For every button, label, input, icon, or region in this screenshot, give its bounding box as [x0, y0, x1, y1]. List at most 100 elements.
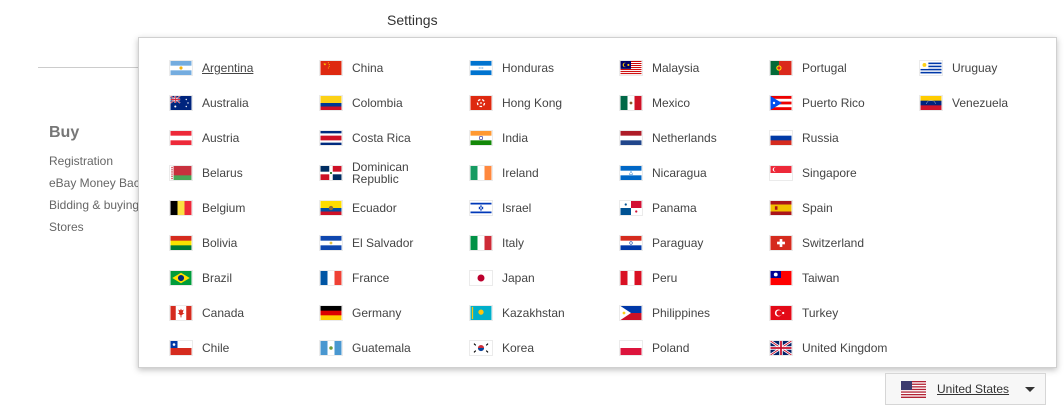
country-item-bolivia[interactable]: Bolivia [169, 233, 319, 253]
country-item-ecuador[interactable]: Ecuador [319, 198, 469, 218]
country-label: Kazakhstan [502, 306, 565, 320]
india-flag-icon [469, 130, 493, 146]
country-item-france[interactable]: France [319, 268, 469, 288]
country-item-austria[interactable]: Austria [169, 128, 319, 148]
country-item-spain[interactable]: Spain [769, 198, 919, 218]
country-item-paraguay[interactable]: Paraguay [619, 233, 769, 253]
country-item-korea[interactable]: Korea [469, 338, 619, 358]
country-label: Austria [202, 131, 240, 145]
country-item-germany[interactable]: Germany [319, 303, 469, 323]
country-label: Venezuela [952, 96, 1009, 110]
switzerland-flag-icon [769, 235, 793, 251]
country-item-singapore[interactable]: Singapore [769, 163, 919, 183]
country-item-japan[interactable]: Japan [469, 268, 619, 288]
country-label: Philippines [652, 306, 711, 320]
country-item-uruguay[interactable]: Uruguay [919, 58, 1064, 78]
kazakhstan-flag-icon [469, 305, 493, 321]
country-item-canada[interactable]: Canada [169, 303, 319, 323]
country-label: Chile [202, 341, 230, 355]
country-item-belgium[interactable]: Belgium [169, 198, 319, 218]
country-label: Taiwan [802, 271, 840, 285]
country-label: Panama [652, 201, 697, 215]
divider [38, 67, 148, 68]
country-item-honduras[interactable]: Honduras [469, 58, 619, 78]
country-item-china[interactable]: China [319, 58, 469, 78]
country-item-ireland[interactable]: Ireland [469, 163, 619, 183]
paraguay-flag-icon [619, 235, 643, 251]
belgium-flag-icon [169, 200, 193, 216]
country-item-poland[interactable]: Poland [619, 338, 769, 358]
country-item-turkey[interactable]: Turkey [769, 303, 919, 323]
country-item-peru[interactable]: Peru [619, 268, 769, 288]
country-label: Mexico [652, 96, 691, 110]
russia-flag-icon [769, 130, 793, 146]
country-item-brazil[interactable]: Brazil [169, 268, 319, 288]
country-item-argentina[interactable]: Argentina [169, 58, 319, 78]
country-item-portugal[interactable]: Portugal [769, 58, 919, 78]
bidding-buying-link[interactable]: Bidding & buying [49, 198, 140, 212]
country-label: India [502, 131, 529, 145]
country-label: Italy [502, 236, 525, 250]
registration-link[interactable]: Registration [49, 154, 140, 168]
country-item-belarus[interactable]: Belarus [169, 163, 319, 183]
country-label: Ireland [502, 166, 539, 180]
country-item-israel[interactable]: Israel [469, 198, 619, 218]
singapore-flag-icon [769, 165, 793, 181]
country-item-chile[interactable]: Chile [169, 338, 319, 358]
country-label: Japan [502, 271, 535, 285]
country-item-panama[interactable]: Panama [619, 198, 769, 218]
country-label: Israel [502, 201, 532, 215]
country-item-kazakhstan[interactable]: Kazakhstan [469, 303, 619, 323]
peru-flag-icon [619, 270, 643, 286]
country-item-dominican-republic[interactable]: Dominican Republic [319, 161, 469, 185]
mexico-flag-icon [619, 95, 643, 111]
nicaragua-flag-icon [619, 165, 643, 181]
country-item-russia[interactable]: Russia [769, 128, 919, 148]
country-item-malaysia[interactable]: Malaysia [619, 58, 769, 78]
belarus-flag-icon [169, 165, 193, 181]
country-label: China [352, 61, 384, 75]
united-kingdom-flag-icon [769, 340, 793, 356]
country-item-el-salvador[interactable]: El Salvador [319, 233, 469, 253]
country-item-switzerland[interactable]: Switzerland [769, 233, 919, 253]
portugal-flag-icon [769, 60, 793, 76]
hong-kong-flag-icon [469, 95, 493, 111]
stores-link[interactable]: Stores [49, 220, 140, 234]
country-item-netherlands[interactable]: Netherlands [619, 128, 769, 148]
austria-flag-icon [169, 130, 193, 146]
country-item-costa-rica[interactable]: Costa Rica [319, 128, 469, 148]
spain-flag-icon [769, 200, 793, 216]
settings-label[interactable]: Settings [387, 12, 438, 28]
country-dropdown: Argentina Australia Austria Belarus Belgium B… [138, 37, 1057, 368]
ebay-money-back-link[interactable]: eBay Money Bac [49, 176, 140, 190]
country-item-taiwan[interactable]: Taiwan [769, 268, 919, 288]
country-label: Netherlands [652, 131, 717, 145]
country-item-nicaragua[interactable]: Nicaragua [619, 163, 769, 183]
canada-flag-icon [169, 305, 193, 321]
country-item-italy[interactable]: Italy [469, 233, 619, 253]
country-label: Poland [652, 341, 690, 355]
japan-flag-icon [469, 270, 493, 286]
country-label: United Kingdom [802, 341, 888, 355]
country-item-philippines[interactable]: Philippines [619, 303, 769, 323]
country-selector[interactable]: United States [885, 373, 1046, 405]
country-item-mexico[interactable]: Mexico [619, 93, 769, 113]
country-item-guatemala[interactable]: Guatemala [319, 338, 469, 358]
country-item-venezuela[interactable]: Venezuela [919, 93, 1064, 113]
ecuador-flag-icon [319, 200, 343, 216]
caret-down-icon [1025, 387, 1035, 392]
ireland-flag-icon [469, 165, 493, 181]
venezuela-flag-icon [919, 95, 943, 111]
country-label: Portugal [802, 61, 847, 75]
country-item-colombia[interactable]: Colombia [319, 93, 469, 113]
buy-heading: Buy [49, 124, 80, 141]
country-item-india[interactable]: India [469, 128, 619, 148]
country-item-puerto-rico[interactable]: Puerto Rico [769, 93, 919, 113]
bolivia-flag-icon [169, 235, 193, 251]
country-item-hong-kong[interactable]: Hong Kong [469, 93, 619, 113]
panama-flag-icon [619, 200, 643, 216]
country-item-united-kingdom[interactable]: United Kingdom [769, 338, 919, 358]
philippines-flag-icon [619, 305, 643, 321]
germany-flag-icon [319, 305, 343, 321]
country-item-australia[interactable]: Australia [169, 93, 319, 113]
